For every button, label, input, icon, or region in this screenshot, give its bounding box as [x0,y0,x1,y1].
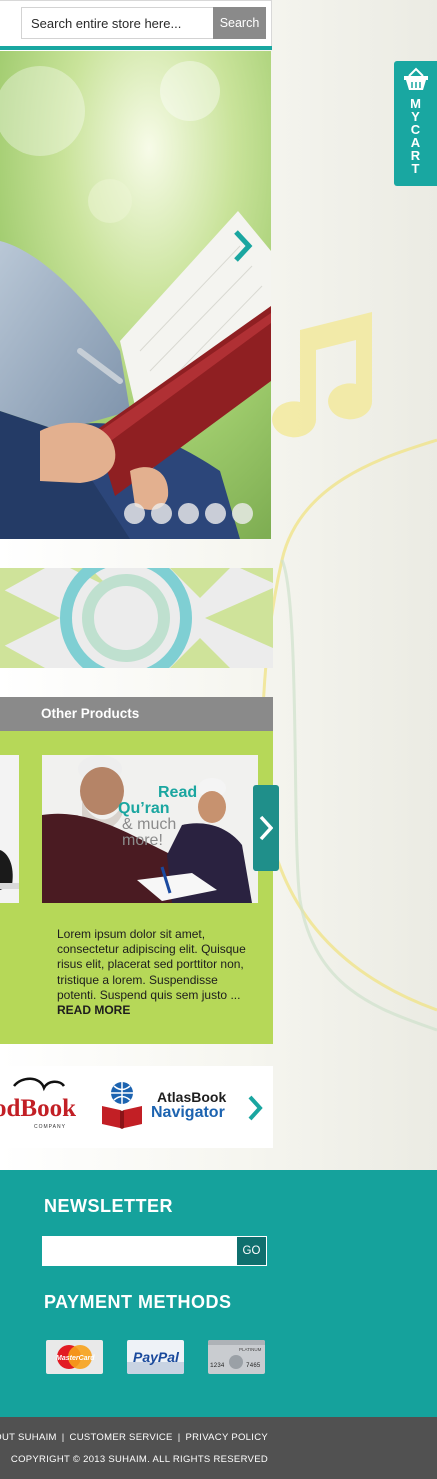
product-description: Lorem ipsum dolor sit amet, consectetur … [57,927,253,1018]
basket-icon [403,67,428,90]
music-note-icon [272,312,373,438]
slider-dot[interactable] [178,503,199,524]
paypal-logo: PayPal [127,1340,184,1374]
header-search-bar: Search [0,0,272,50]
slider-dot[interactable] [124,503,145,524]
brand-logo-goodbook[interactable]: odBook COMPANY [0,1066,82,1148]
svg-text:7465: 7465 [246,1362,261,1369]
cart-label-letter: T [411,161,420,176]
hero-slider [0,51,271,539]
slider-dot[interactable] [232,503,253,524]
footer-link-privacy-policy[interactable]: PRIVACY POLICY [185,1432,268,1443]
footer-link-about[interactable]: BOUT SUHAIM [0,1432,57,1443]
slider-dot[interactable] [205,503,226,524]
promo-text-quran: Qu’ran [118,800,170,817]
brand-name-atlasbook: AtlasBook [157,1089,227,1105]
chevron-right-icon [259,815,273,841]
svg-text:MasterCard: MasterCard [56,1355,95,1362]
footer-link-separator: | [177,1432,181,1443]
slider-next-arrow-icon[interactable] [232,229,254,263]
svg-text:PayPal: PayPal [133,1349,180,1365]
slide-image [0,51,271,539]
svg-text:PLATINUM: PLATINUM [239,1347,262,1352]
brands-next-arrow-icon[interactable] [247,1094,263,1122]
footer-link-customer-service[interactable]: CUSTOMER SERVICE [70,1432,173,1443]
previous-product-image[interactable] [0,755,19,903]
product-description-text: Lorem ipsum dolor sit amet, consectetur … [57,927,246,1002]
slider-pagination [124,503,253,524]
read-more-link[interactable]: READ MORE [57,1003,130,1017]
other-products-panel: Read Qu’ran & much more! Lorem ipsum dol… [0,731,273,1044]
brand-name-navigator: Navigator [151,1104,225,1121]
brands-carousel: odBook COMPANY AtlasBook Navigator [0,1066,273,1148]
copyright-text: COPYRIGHT © 2013 SUHAIM. ALL RIGHTS RESE… [10,1454,268,1465]
mastercard-logo: MasterCard [46,1340,103,1374]
payment-methods-title: PAYMENT METHODS [44,1292,232,1312]
promo-text-and-much: & much [122,816,176,833]
newsletter-title: NEWSLETTER [44,1196,173,1216]
platinum-card-logo: PLATINUM 1234 7465 [208,1340,265,1374]
other-products-title: Other Products [41,706,140,721]
svg-text:COMPANY: COMPANY [34,1124,66,1130]
footer-link-separator: | [61,1432,65,1443]
products-next-button[interactable] [253,785,279,871]
promo-text-read: Read [158,784,197,801]
my-cart-tab[interactable]: MYCART [394,61,437,186]
footer-links: BOUT SUHAIM | CUSTOMER SERVICE | PRIVACY POL… [0,1432,268,1443]
decorative-pattern-banner [0,568,273,668]
search-input[interactable] [21,7,213,39]
search-button[interactable]: Search [213,7,266,39]
newsletter-go-button[interactable]: GO [236,1236,267,1266]
product-image-read-quran[interactable]: Read Qu’ran & much more! [42,755,258,903]
slider-dot[interactable] [151,503,172,524]
cart-label: MYCART [410,97,421,175]
promo-text-more: more! [122,832,163,849]
svg-text:1234: 1234 [210,1362,225,1369]
newsletter-email-input[interactable] [42,1236,236,1266]
footer-bottom-bar: BOUT SUHAIM | CUSTOMER SERVICE | PRIVACY POL… [0,1417,437,1479]
header-accent-line [0,46,272,50]
other-products-header: Other Products [0,697,273,731]
footer-main: NEWSLETTER GO PAYMENT METHODS MasterCard… [0,1170,437,1417]
svg-text:odBook: odBook [0,1095,76,1122]
brand-logo-atlasbook-navigator[interactable]: AtlasBook Navigator [86,1066,246,1148]
